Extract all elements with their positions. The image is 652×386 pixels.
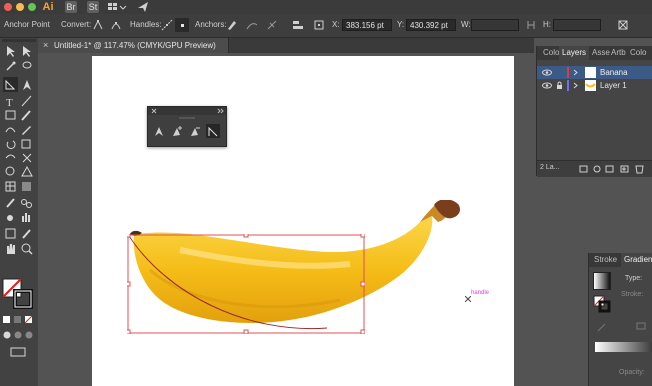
lock-icon bbox=[557, 81, 562, 89]
svg-text:T: T bbox=[6, 97, 13, 109]
gradient-preview-swatch[interactable] bbox=[593, 272, 611, 290]
gradient-angle-icons bbox=[597, 322, 646, 332]
y-label: Y: bbox=[397, 20, 405, 29]
tab-gradient[interactable]: Gradien bbox=[621, 253, 652, 267]
opacity-label: Opacity: bbox=[619, 369, 645, 376]
remove-anchor-icon[interactable] bbox=[225, 18, 239, 32]
illustrator-logo: Ai bbox=[42, 1, 54, 13]
color-mode-buttons[interactable] bbox=[3, 315, 35, 324]
height-field[interactable] bbox=[553, 19, 601, 31]
anchors-label: Anchors: bbox=[195, 20, 227, 29]
convert-label: Convert: bbox=[61, 20, 92, 29]
hide-handles-icon[interactable] bbox=[175, 18, 189, 32]
tools-panel-grip[interactable] bbox=[2, 39, 36, 42]
send-arrow-icon[interactable] bbox=[137, 1, 149, 13]
floating-anchor-panel bbox=[147, 106, 227, 147]
tab-layers[interactable]: Layers bbox=[559, 46, 590, 60]
width-field[interactable] bbox=[471, 19, 519, 31]
control-bar: Anchor Point Convert: Handles: Anchors: … bbox=[0, 14, 652, 38]
zoom-window-button[interactable] bbox=[28, 3, 36, 11]
minimize-window-button[interactable] bbox=[16, 3, 24, 11]
screen-mode-icon[interactable] bbox=[10, 347, 26, 357]
visibility-eye-icon bbox=[542, 82, 552, 89]
smart-guide-label: handle bbox=[471, 290, 490, 296]
cut-path-icon[interactable] bbox=[265, 18, 279, 32]
gradient-stroke-label: Stroke: bbox=[621, 291, 644, 298]
application-bar: Ai Br St bbox=[0, 0, 652, 14]
workspace-grid-icon[interactable] bbox=[107, 2, 127, 12]
selection-bounding-box[interactable] bbox=[125, 232, 366, 335]
expand-chevron-icon bbox=[573, 69, 578, 76]
gradient-slider-ramp[interactable] bbox=[595, 342, 652, 352]
tab-color[interactable]: Colo bbox=[543, 46, 559, 60]
transform-icon[interactable] bbox=[312, 18, 326, 32]
tab-color-guide[interactable]: Colo bbox=[630, 46, 646, 60]
layers-panel: Colo Layers Asse Artb Colo Banana Layer … bbox=[536, 46, 652, 177]
visibility-eye-icon bbox=[542, 69, 552, 76]
layer-count: 2 La... bbox=[540, 164, 560, 171]
show-handles-icon[interactable] bbox=[160, 18, 174, 32]
constrain-proportions-icon[interactable] bbox=[524, 18, 538, 32]
tab-assets[interactable]: Asse bbox=[592, 46, 610, 60]
handles-label: Handles: bbox=[130, 20, 162, 29]
layer-name: Layer 1 bbox=[600, 81, 627, 90]
layer-row-layer1[interactable]: Layer 1 bbox=[537, 79, 652, 92]
tab-stroke[interactable]: Stroke bbox=[594, 253, 617, 267]
layer-thumbnail bbox=[585, 80, 596, 91]
layer-color-indicator bbox=[567, 67, 569, 78]
current-tool-name: Anchor Point bbox=[4, 20, 50, 29]
stock-button[interactable]: St bbox=[87, 1, 99, 13]
layer-thumbnail bbox=[585, 67, 596, 78]
layer-row-banana[interactable]: Banana bbox=[537, 66, 652, 79]
h-label: H: bbox=[543, 20, 551, 29]
document-tab[interactable]: × Untitled-1* @ 117.47% (CMYK/GPU Previe… bbox=[38, 38, 229, 53]
y-position-field[interactable]: 430.392 pt bbox=[406, 19, 456, 31]
tab-artboards[interactable]: Artb bbox=[611, 46, 626, 60]
w-label: W: bbox=[461, 20, 471, 29]
pen-tool-icon[interactable] bbox=[152, 124, 166, 138]
x-position-field[interactable]: 383.156 pt bbox=[342, 19, 392, 31]
tools-panel: T bbox=[0, 38, 38, 386]
add-anchor-point-icon[interactable] bbox=[170, 124, 184, 138]
close-window-button[interactable] bbox=[4, 3, 12, 11]
align-icon[interactable] bbox=[291, 18, 305, 32]
expand-chevron-icon bbox=[573, 82, 578, 89]
gradient-type-label: Type: bbox=[625, 275, 643, 282]
convert-corner-icon[interactable] bbox=[91, 18, 105, 32]
x-label: X: bbox=[332, 20, 340, 29]
delete-anchor-point-icon[interactable] bbox=[188, 124, 202, 138]
tools-grid: T bbox=[3, 46, 33, 255]
floating-panel-grip[interactable] bbox=[179, 117, 195, 119]
layer-name: Banana bbox=[600, 68, 628, 77]
convert-smooth-icon[interactable] bbox=[109, 18, 123, 32]
gradient-panel: Stroke Gradien Type: Stroke: Opacity: bbox=[588, 253, 652, 386]
isolate-icon[interactable] bbox=[616, 18, 630, 32]
document-tab-bar: × Untitled-1* @ 117.47% (CMYK/GPU Previe… bbox=[38, 38, 534, 53]
draw-mode-buttons[interactable] bbox=[3, 330, 35, 340]
connect-icon[interactable] bbox=[245, 18, 259, 32]
document-title: Untitled-1* @ 117.47% (CMYK/GPU Preview) bbox=[54, 41, 216, 50]
layers-panel-footer: 2 La... bbox=[537, 160, 652, 177]
gradient-fill-stroke-icon[interactable] bbox=[593, 295, 611, 313]
floating-panel-titlebar[interactable] bbox=[148, 107, 226, 115]
fill-stroke-swatches[interactable] bbox=[2, 278, 36, 312]
anchor-point-tool-icon[interactable] bbox=[206, 124, 220, 138]
layer-color-indicator bbox=[567, 80, 569, 91]
bridge-button[interactable]: Br bbox=[65, 1, 77, 13]
tab-close-icon[interactable]: × bbox=[43, 40, 48, 50]
